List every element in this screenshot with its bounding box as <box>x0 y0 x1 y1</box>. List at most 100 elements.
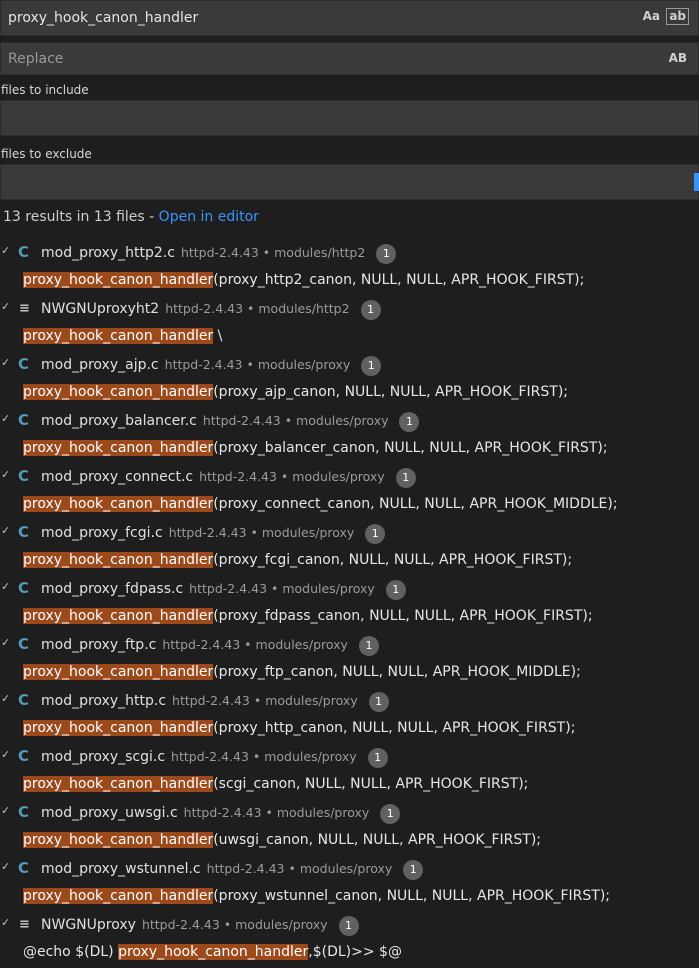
match-count-badge: 1 <box>403 860 424 880</box>
file-row[interactable]: ✓ C mod_proxy_http.c httpd-2.4.43 • modul… <box>0 687 699 715</box>
match-row[interactable]: proxy_hook_canon_handler(scgi_canon, NUL… <box>0 771 699 799</box>
match-line: proxy_hook_canon_handler(proxy_ajp_canon… <box>23 384 568 400</box>
match-highlight: proxy_hook_canon_handler <box>23 328 214 344</box>
match-row[interactable]: proxy_hook_canon_handler \ <box>0 323 699 351</box>
chevron-down-icon[interactable]: ✓ <box>1 916 10 929</box>
match-row[interactable]: proxy_hook_canon_handler(proxy_ajp_canon… <box>0 379 699 407</box>
match-suffix: (proxy_balancer_canon, NULL, NULL, APR_H… <box>213 440 608 456</box>
match-highlight: proxy_hook_canon_handler <box>23 552 214 568</box>
include-label: files to include <box>1 83 89 97</box>
match-highlight: proxy_hook_canon_handler <box>23 384 214 400</box>
result-group-12: ✓ ≡ NWGNUproxy httpd-2.4.43 • modules/pro… <box>0 911 699 967</box>
preserve-case-toggle[interactable]: AB <box>669 51 687 65</box>
file-name: NWGNUproxyht2 <box>41 301 160 317</box>
result-group-7: ✓ C mod_proxy_ftp.c httpd-2.4.43 • module… <box>0 631 699 687</box>
chevron-down-icon[interactable]: ✓ <box>1 580 10 593</box>
match-row[interactable]: proxy_hook_canon_handler(proxy_wstunnel_… <box>0 883 699 911</box>
file-name: mod_proxy_connect.c <box>41 469 194 485</box>
file-name-cell: mod_proxy_connect.c httpd-2.4.43 • module… <box>41 468 416 488</box>
chevron-down-icon[interactable]: ✓ <box>1 524 10 537</box>
match-suffix: (proxy_connect_canon, NULL, NULL, APR_HO… <box>213 496 618 512</box>
match-highlight: proxy_hook_canon_handler <box>23 888 214 904</box>
file-path: httpd-2.4.43 • modules/proxy <box>206 861 393 876</box>
chevron-down-icon[interactable]: ✓ <box>1 300 10 313</box>
file-name-cell: mod_proxy_http2.c httpd-2.4.43 • modules/… <box>41 244 397 264</box>
exclude-label: files to exclude <box>1 147 92 161</box>
result-group-10: ✓ C mod_proxy_uwsgi.c httpd-2.4.43 • modu… <box>0 799 699 855</box>
chevron-down-icon[interactable]: ✓ <box>1 244 10 257</box>
file-row[interactable]: ✓ C mod_proxy_scgi.c httpd-2.4.43 • modul… <box>0 743 699 771</box>
match-suffix: (proxy_ftp_canon, NULL, NULL, APR_HOOK_M… <box>213 664 581 680</box>
file-row[interactable]: ✓ C mod_proxy_connect.c httpd-2.4.43 • mo… <box>0 463 699 491</box>
match-suffix: \ <box>213 328 223 344</box>
file-row[interactable]: ✓ C mod_proxy_balancer.c httpd-2.4.43 • m… <box>0 407 699 435</box>
match-case-toggle[interactable]: Aa <box>643 9 660 23</box>
open-in-editor-link[interactable]: Open in editor <box>159 209 259 225</box>
chevron-down-icon[interactable]: ✓ <box>1 692 10 705</box>
chevron-down-icon[interactable]: ✓ <box>1 468 10 481</box>
match-row[interactable]: proxy_hook_canon_handler(proxy_fdpass_ca… <box>0 603 699 631</box>
file-row[interactable]: ✓ ≡ NWGNUproxyht2 httpd-2.4.43 • modules/… <box>0 295 699 323</box>
match-suffix: (proxy_wstunnel_canon, NULL, NULL, APR_H… <box>213 888 611 904</box>
file-name: mod_proxy_fcgi.c <box>41 525 163 541</box>
match-line: proxy_hook_canon_handler(proxy_ftp_canon… <box>23 664 581 680</box>
file-name-cell: NWGNUproxyht2 httpd-2.4.43 • modules/http… <box>41 300 381 320</box>
match-row[interactable]: proxy_hook_canon_handler(proxy_ftp_canon… <box>0 659 699 687</box>
file-row[interactable]: ✓ C mod_proxy_ftp.c httpd-2.4.43 • module… <box>0 631 699 659</box>
c-file-icon: C <box>18 859 30 877</box>
text-file-icon: ≡ <box>19 301 30 316</box>
result-group-9: ✓ C mod_proxy_scgi.c httpd-2.4.43 • modul… <box>0 743 699 799</box>
match-count-badge: 1 <box>399 412 420 432</box>
file-name: mod_proxy_ajp.c <box>41 357 159 373</box>
file-name: mod_proxy_http.c <box>41 693 167 709</box>
match-row[interactable]: proxy_hook_canon_handler(uwsgi_canon, NU… <box>0 827 699 855</box>
match-highlight: proxy_hook_canon_handler <box>23 776 214 792</box>
file-row[interactable]: ✓ C mod_proxy_fdpass.c httpd-2.4.43 • mod… <box>0 575 699 603</box>
search-input[interactable]: proxy_hook_canon_handler Aa ab <box>0 0 699 36</box>
c-file-icon: C <box>18 467 30 485</box>
file-row[interactable]: ✓ C mod_proxy_ajp.c httpd-2.4.43 • module… <box>0 351 699 379</box>
c-file-icon: C <box>18 635 30 653</box>
file-row[interactable]: ✓ C mod_proxy_http2.c httpd-2.4.43 • modu… <box>0 239 699 267</box>
match-row[interactable]: proxy_hook_canon_handler(proxy_fcgi_cano… <box>0 547 699 575</box>
exclude-input[interactable] <box>0 164 699 200</box>
match-row[interactable]: proxy_hook_canon_handler(proxy_balancer_… <box>0 435 699 463</box>
match-row[interactable]: proxy_hook_canon_handler(proxy_http_cano… <box>0 715 699 743</box>
chevron-down-icon[interactable]: ✓ <box>1 748 10 761</box>
file-row[interactable]: ✓ C mod_proxy_uwsgi.c httpd-2.4.43 • modu… <box>0 799 699 827</box>
match-prefix: @echo $(DL) <box>23 944 119 960</box>
replace-input[interactable]: Replace AB <box>0 42 699 75</box>
result-group-4: ✓ C mod_proxy_connect.c httpd-2.4.43 • mo… <box>0 463 699 519</box>
match-count-badge: 1 <box>358 636 379 656</box>
file-name: mod_proxy_ftp.c <box>41 637 157 653</box>
file-row[interactable]: ✓ ≡ NWGNUproxy httpd-2.4.43 • modules/pro… <box>0 911 699 939</box>
c-file-icon: C <box>18 411 30 429</box>
match-row[interactable]: @echo $(DL) proxy_hook_canon_handler,$(D… <box>0 939 699 967</box>
chevron-down-icon[interactable]: ✓ <box>1 412 10 425</box>
chevron-down-icon[interactable]: ✓ <box>1 860 10 873</box>
match-count-badge: 1 <box>376 244 397 264</box>
file-row[interactable]: ✓ C mod_proxy_wstunnel.c httpd-2.4.43 • m… <box>0 855 699 883</box>
result-group-3: ✓ C mod_proxy_balancer.c httpd-2.4.43 • m… <box>0 407 699 463</box>
whole-word-toggle[interactable]: ab <box>666 8 689 25</box>
chevron-down-icon[interactable]: ✓ <box>1 356 10 369</box>
match-line: proxy_hook_canon_handler(scgi_canon, NUL… <box>23 776 528 792</box>
chevron-down-icon[interactable]: ✓ <box>1 804 10 817</box>
result-group-2: ✓ C mod_proxy_ajp.c httpd-2.4.43 • module… <box>0 351 699 407</box>
exclude-settings-icon[interactable] <box>694 173 699 191</box>
file-name-cell: NWGNUproxy httpd-2.4.43 • modules/proxy 1 <box>41 916 359 936</box>
match-highlight: proxy_hook_canon_handler <box>23 272 214 288</box>
match-suffix: ,$(DL)>> $@ <box>308 944 402 960</box>
include-input[interactable] <box>0 100 699 136</box>
match-suffix: (proxy_ajp_canon, NULL, NULL, APR_HOOK_F… <box>213 384 569 400</box>
file-name-cell: mod_proxy_ftp.c httpd-2.4.43 • modules/pr… <box>41 636 379 656</box>
match-count-badge: 1 <box>385 580 406 600</box>
file-name: mod_proxy_wstunnel.c <box>41 861 201 877</box>
chevron-down-icon[interactable]: ✓ <box>1 636 10 649</box>
match-row[interactable]: proxy_hook_canon_handler(proxy_connect_c… <box>0 491 699 519</box>
file-row[interactable]: ✓ C mod_proxy_fcgi.c httpd-2.4.43 • modul… <box>0 519 699 547</box>
match-row[interactable]: proxy_hook_canon_handler(proxy_http2_can… <box>0 267 699 295</box>
match-line: proxy_hook_canon_handler(proxy_connect_c… <box>23 496 618 512</box>
match-count-badge: 1 <box>365 524 386 544</box>
match-line: proxy_hook_canon_handler(proxy_wstunnel_… <box>23 888 610 904</box>
